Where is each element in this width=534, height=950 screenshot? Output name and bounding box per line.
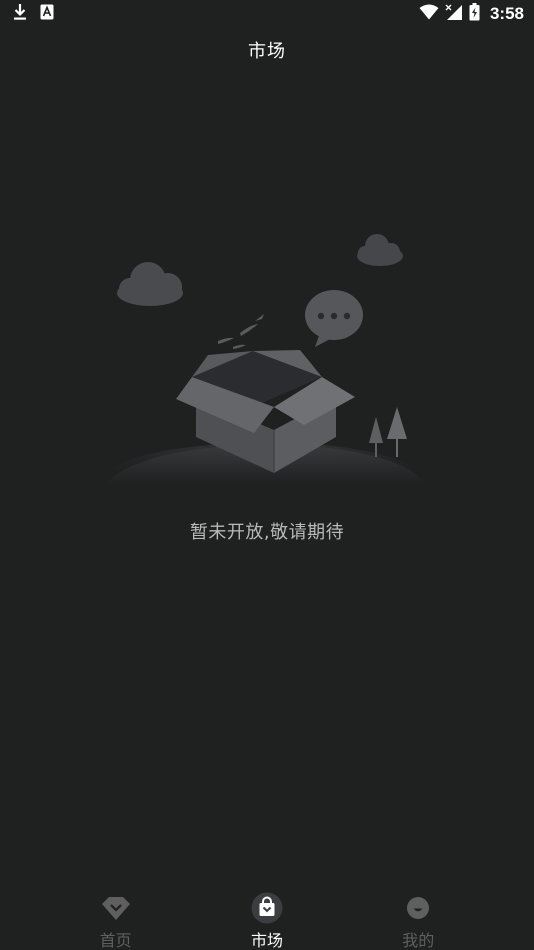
open-box-icon <box>95 234 435 487</box>
nav-item-home[interactable]: 首页 <box>61 888 171 950</box>
nav-label-market: 市场 <box>250 931 283 950</box>
market-bag-icon <box>251 892 283 924</box>
page-title: 市场 <box>248 41 286 62</box>
signal-icon <box>445 4 463 25</box>
status-time: 3:58 <box>489 4 524 23</box>
download-icon <box>12 3 28 25</box>
status-bar: 3:58 <box>0 0 534 28</box>
profile-face-icon <box>402 892 434 924</box>
status-right: 3:58 <box>419 3 524 25</box>
nav-label-profile: 我的 <box>402 931 435 950</box>
nav-label-home: 首页 <box>99 931 132 950</box>
top-bar: 市场 <box>0 28 534 72</box>
bottom-navigation: 首页 市场 我的 <box>0 888 534 950</box>
empty-state-message: 暂未开放,敬请期待 <box>189 522 345 543</box>
app-screen: 3:58 市场 暂未开放,敬请期待 首页 市场 我的 <box>0 0 534 950</box>
status-left <box>12 3 54 25</box>
nav-item-market[interactable]: 市场 <box>212 888 322 950</box>
empty-state-illustration <box>90 225 440 495</box>
home-diamond-icon <box>100 892 132 924</box>
accessibility-a-icon <box>40 4 54 24</box>
wifi-icon <box>419 4 439 24</box>
nav-item-profile[interactable]: 我的 <box>363 888 473 950</box>
battery-charging-icon <box>469 3 480 25</box>
